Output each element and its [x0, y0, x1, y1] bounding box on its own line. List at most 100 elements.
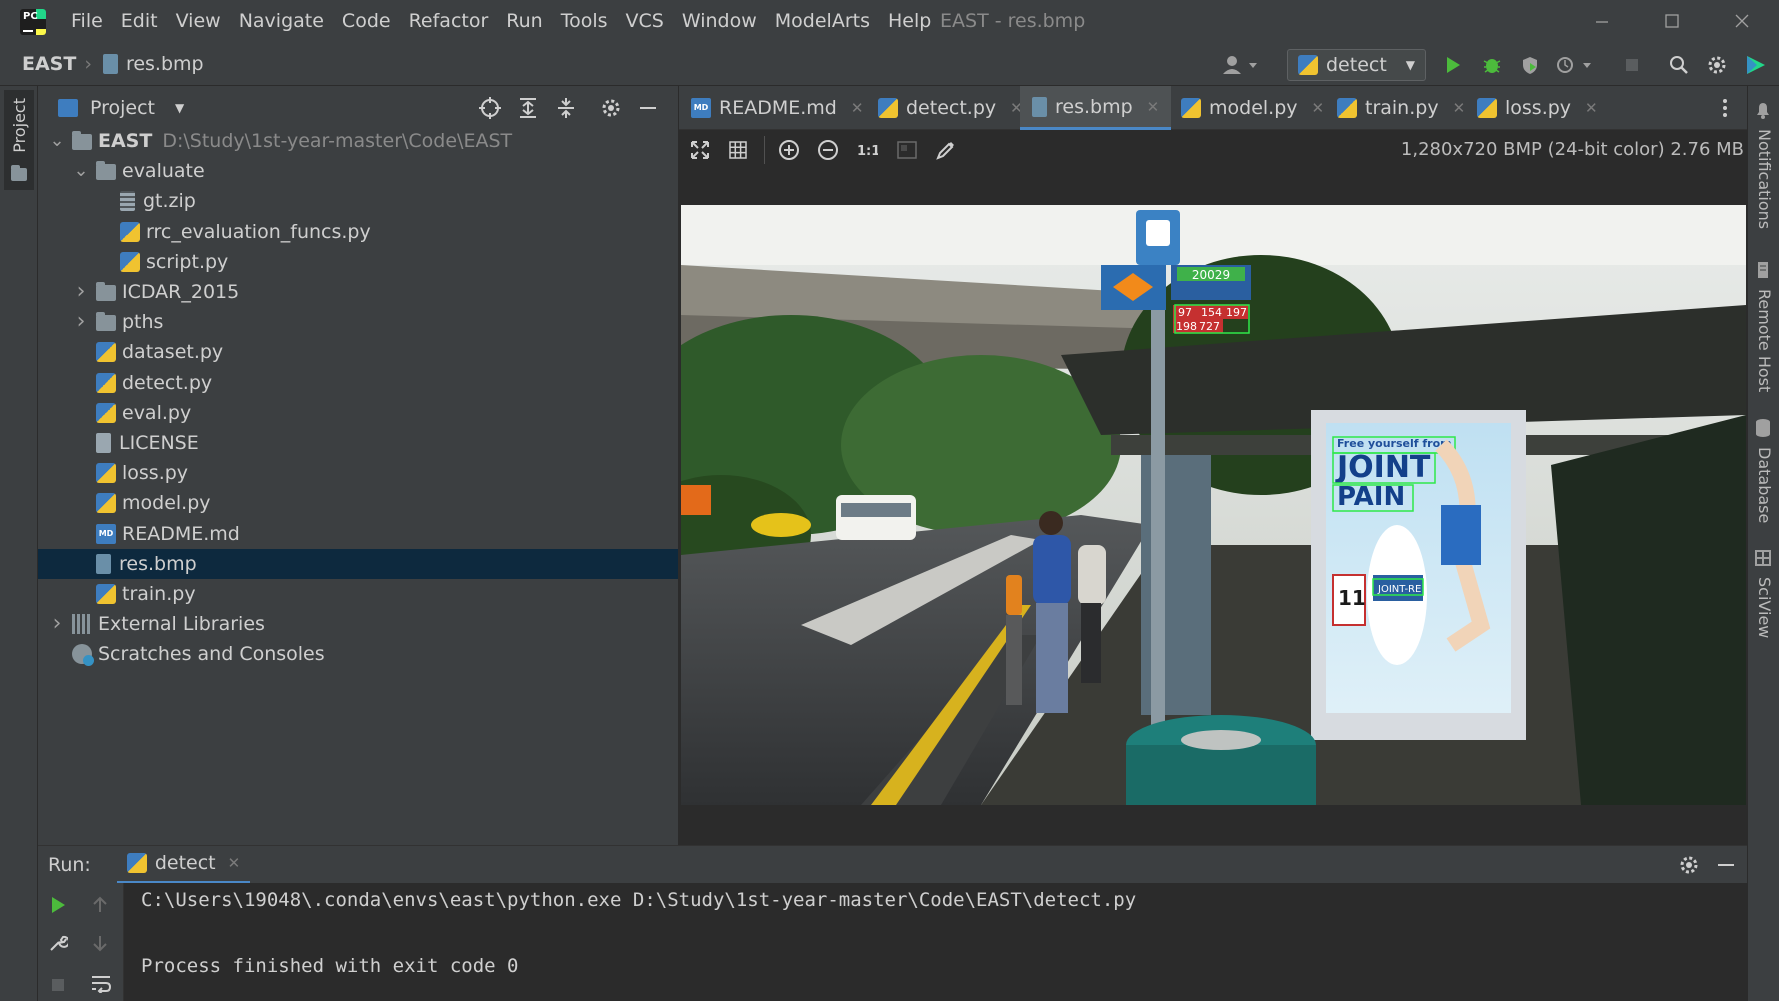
account-button[interactable] [1215, 49, 1265, 81]
scroll-up-button[interactable] [90, 895, 110, 920]
menu-navigate[interactable]: Navigate [230, 0, 333, 42]
tab-options-button[interactable] [1720, 96, 1730, 125]
tree-item[interactable]: detect.py [38, 368, 678, 398]
actual-size-button[interactable]: 1:1 [853, 136, 881, 164]
tree-item[interactable]: train.py [38, 579, 678, 609]
library-icon [72, 614, 92, 635]
menu-run[interactable]: Run [497, 0, 551, 42]
tab-detect-py[interactable]: detect.py ✕ [866, 86, 1035, 130]
profile-button[interactable] [1553, 49, 1597, 81]
show-grid-button[interactable] [724, 136, 752, 164]
tree-item[interactable]: loss.py [38, 458, 678, 488]
chevron-right-icon[interactable]: › [72, 311, 90, 333]
project-options-button[interactable] [599, 96, 623, 125]
close-window-button[interactable] [1707, 0, 1777, 42]
close-tab-icon[interactable]: ✕ [1453, 99, 1466, 117]
stop-button[interactable] [1616, 49, 1648, 81]
run-button[interactable] [1437, 49, 1469, 81]
chevron-right-icon[interactable]: › [72, 281, 90, 303]
stop-run-button[interactable] [48, 973, 68, 998]
scroll-down-button[interactable] [90, 933, 110, 958]
hide-panel-button[interactable] [636, 96, 660, 125]
tree-item[interactable]: ⌄ evaluate [38, 156, 678, 186]
stop-icon [1626, 59, 1638, 71]
tree-item[interactable]: script.py [38, 247, 678, 277]
project-panel-title[interactable]: Project [90, 97, 155, 119]
menu-code[interactable]: Code [333, 0, 400, 42]
close-tab-icon[interactable]: ✕ [1312, 99, 1325, 117]
rerun-button[interactable] [48, 895, 68, 920]
database-tool-button[interactable]: Database [1753, 418, 1774, 523]
close-tab-icon[interactable]: ✕ [1585, 99, 1598, 117]
zoom-out-button[interactable] [814, 136, 842, 164]
expand-all-button[interactable] [516, 96, 540, 125]
run-tab-detect[interactable]: detect ✕ [116, 846, 251, 884]
tree-item[interactable]: LICENSE [38, 428, 678, 458]
tab-model-py[interactable]: model.py ✕ [1169, 86, 1336, 130]
menu-tools[interactable]: Tools [552, 0, 617, 42]
menu-refactor[interactable]: Refactor [400, 0, 498, 42]
locate-file-button[interactable] [478, 96, 502, 125]
tree-item[interactable]: MD README.md [38, 519, 678, 549]
project-view-icon [58, 99, 78, 117]
tree-item[interactable]: ⌄ EAST D:\Study\1st-year-master\Code\EAST [38, 126, 678, 156]
notifications-tool-button[interactable]: Notifications [1753, 100, 1774, 229]
breadcrumb-project[interactable]: EAST [22, 53, 76, 75]
close-tab-icon[interactable]: ✕ [228, 854, 241, 872]
menu-view[interactable]: View [167, 0, 230, 42]
tab-train-py[interactable]: train.py ✕ [1325, 86, 1477, 130]
run-console[interactable]: C:\Users\19048\.conda\envs\east\python.e… [38, 883, 1747, 1001]
menu-vcs[interactable]: VCS [617, 0, 673, 42]
collapse-all-button[interactable] [554, 96, 578, 125]
close-tab-icon[interactable]: ✕ [851, 99, 864, 117]
fit-to-window-button[interactable] [686, 136, 714, 164]
breadcrumb-file[interactable]: res.bmp [126, 53, 204, 75]
tree-item[interactable]: Scratches and Consoles [38, 639, 678, 669]
folder-icon [96, 312, 116, 332]
close-tab-icon[interactable]: ✕ [1147, 98, 1160, 116]
zoom-in-button[interactable] [775, 136, 803, 164]
tab-loss-py[interactable]: loss.py ✕ [1465, 86, 1610, 130]
tree-item[interactable]: gt.zip [38, 186, 678, 216]
edit-config-button[interactable] [48, 933, 70, 958]
chevron-right-icon[interactable]: › [48, 613, 66, 635]
search-everywhere-button[interactable] [1663, 49, 1695, 81]
menu-modelarts[interactable]: ModelArts [766, 0, 879, 42]
color-picker-button[interactable] [932, 136, 960, 164]
tree-item[interactable]: dataset.py [38, 337, 678, 367]
background-toggle-button[interactable] [893, 136, 921, 164]
hide-run-panel-button[interactable] [1714, 853, 1738, 882]
tree-item[interactable]: rrc_evaluation_funcs.py [38, 217, 678, 247]
tree-item[interactable]: › pths [38, 307, 678, 337]
close-icon [1735, 14, 1749, 28]
run-config-selector[interactable]: detect ▼ [1287, 49, 1426, 81]
tab-readme[interactable]: MD README.md ✕ [679, 86, 875, 130]
tree-item[interactable]: › ICDAR_2015 [38, 277, 678, 307]
menu-help[interactable]: Help [879, 0, 940, 42]
minimize-button[interactable] [1567, 0, 1637, 42]
maximize-button[interactable] [1637, 0, 1707, 42]
chevron-down-icon[interactable]: ⌄ [48, 131, 66, 151]
menu-file[interactable]: File [62, 0, 112, 42]
chevron-down-icon[interactable]: ▼ [175, 101, 184, 115]
console-exit-line: Process finished with exit code 0 [141, 955, 519, 977]
project-tool-window-button[interactable]: Project [4, 90, 34, 190]
remote-host-tool-button[interactable]: Remote Host [1753, 260, 1774, 392]
python-file-icon [120, 251, 140, 272]
menu-window[interactable]: Window [673, 0, 766, 42]
sciview-tool-button[interactable]: SciView [1753, 548, 1774, 638]
tree-item[interactable]: › External Libraries [38, 609, 678, 639]
settings-button[interactable] [1701, 49, 1733, 81]
chevron-down-icon[interactable]: ⌄ [72, 161, 90, 181]
tree-item[interactable]: res.bmp [38, 548, 678, 579]
soft-wrap-button[interactable] [90, 971, 112, 998]
menu-edit[interactable]: Edit [112, 0, 167, 42]
python-file-icon [1477, 98, 1497, 118]
tab-res-bmp[interactable]: res.bmp ✕ [1020, 86, 1172, 130]
debug-button[interactable] [1476, 49, 1508, 81]
run-settings-button[interactable] [1677, 853, 1701, 882]
tree-item[interactable]: eval.py [38, 398, 678, 428]
ide-plugin-button[interactable] [1740, 49, 1772, 81]
coverage-button[interactable] [1514, 49, 1546, 81]
tree-item[interactable]: model.py [38, 488, 678, 518]
